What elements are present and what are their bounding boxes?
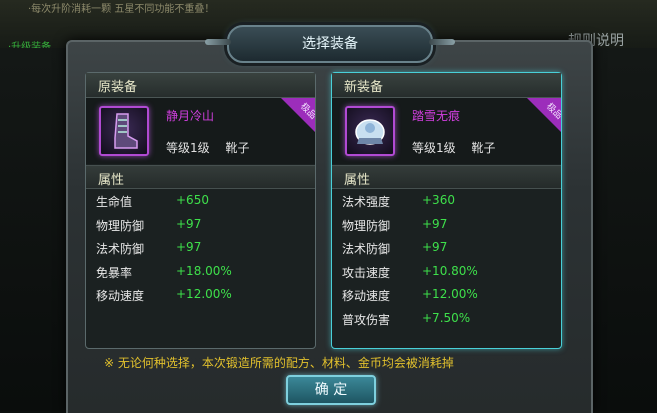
new-panel-header: 新装备 [332,73,561,98]
attribute-value: +97 [176,240,202,254]
new-attributes-list: 法术强度 +360 物理防御 +97 法术防御 +97 攻击速度 +10.80%… [332,191,561,332]
attribute-name: 法术强度 [342,195,391,209]
background-hint-text: ·每次升阶消耗一颗 五星不同功能不重叠！ [28,4,215,15]
attribute-name: 移动速度 [342,289,391,303]
quality-ribbon: 极品 [527,98,561,132]
attribute-name: 普攻伤害 [342,312,391,327]
original-panel-header: 原装备 [86,73,315,98]
attribute-row: 普攻伤害 +7.50% [332,309,561,333]
original-item-type: 靴子 [225,141,250,155]
boots-icon [99,106,149,156]
attribute-row: 法术防御 +97 [86,238,315,262]
confirm-button[interactable]: 确 定 [286,375,376,405]
dialog-title: 选择装备 [302,36,358,52]
attribute-value: +650 [176,193,209,207]
new-item-type: 靴子 [471,141,496,155]
original-attributes-list: 生命值 +650 物理防御 +97 法术防御 +97 免暴率 +18.00% 移… [86,191,315,309]
attribute-name: 移动速度 [96,289,145,303]
original-header-label: 原装备 [98,80,138,95]
attribute-value: +10.80% [422,263,478,278]
quality-ribbon-label: 极品 [298,101,315,122]
quality-ribbon-label: 极品 [544,101,561,122]
new-item-name: 踏雪无痕 [412,109,461,123]
attribute-row: 物理防御 +97 [332,215,561,239]
original-equipment-panel[interactable]: 原装备 静月冷山 等级1级 靴子 极品 属性 生命值 +650 物理防御 +97 [85,72,316,349]
original-item-level: 等级1级 [166,141,210,155]
new-equipment-panel[interactable]: 新装备 踏雪无痕 等级1级 靴子 极品 属性 法术强度 +360 物理防御 +9… [331,72,562,349]
original-item-box: 静月冷山 等级1级 靴子 极品 [86,98,315,164]
attribute-name: 法术防御 [96,242,145,256]
attribute-value: +12.00% [422,287,478,301]
new-header-label: 新装备 [344,80,384,95]
attribute-row: 攻击速度 +10.80% [332,262,561,286]
attribute-value: +7.50% [422,310,471,325]
attribute-row: 移动速度 +12.00% [332,285,561,309]
attribute-name: 物理防御 [342,218,391,233]
original-attributes-label: 属性 [98,173,125,188]
dialog-title-plate: 选择装备 [205,25,433,63]
attribute-name: 生命值 [96,195,133,209]
attribute-value: +97 [422,216,448,231]
attribute-row: 移动速度 +12.00% [86,285,315,309]
consumption-notice: ※ 无论何种选择，本次锻造所需的配方、材料、金币均会被消耗掉 [104,356,454,370]
attribute-name: 法术防御 [342,242,391,256]
attribute-row: 免暴率 +18.00% [86,262,315,286]
original-item-meta: 等级1级 靴子 [166,139,249,156]
attribute-row: 法术强度 +360 [332,191,561,215]
background-left-strip [0,48,70,411]
original-item-name: 静月冷山 [166,109,215,123]
attribute-value: +12.00% [176,287,232,301]
attribute-value: +97 [176,216,202,231]
new-attributes-label: 属性 [344,173,371,188]
quality-ribbon: 极品 [281,98,315,132]
new-item-level: 等级1级 [412,141,456,155]
attribute-name: 物理防御 [96,218,145,233]
attribute-row: 法术防御 +97 [332,238,561,262]
new-item-box: 踏雪无痕 等级1级 靴子 极品 [332,98,561,164]
attribute-name: 免暴率 [96,265,133,280]
new-attributes-header: 属性 [332,165,561,189]
new-item-meta: 等级1级 靴子 [412,139,495,156]
attribute-name: 攻击速度 [342,265,391,280]
attribute-value: +18.00% [176,263,232,278]
boots-icon [345,106,395,156]
attribute-row: 物理防御 +97 [86,215,315,239]
attribute-row: 生命值 +650 [86,191,315,215]
background-right-strip [587,48,657,411]
attribute-value: +360 [422,193,455,207]
attribute-value: +97 [422,240,448,254]
original-attributes-header: 属性 [86,165,315,189]
